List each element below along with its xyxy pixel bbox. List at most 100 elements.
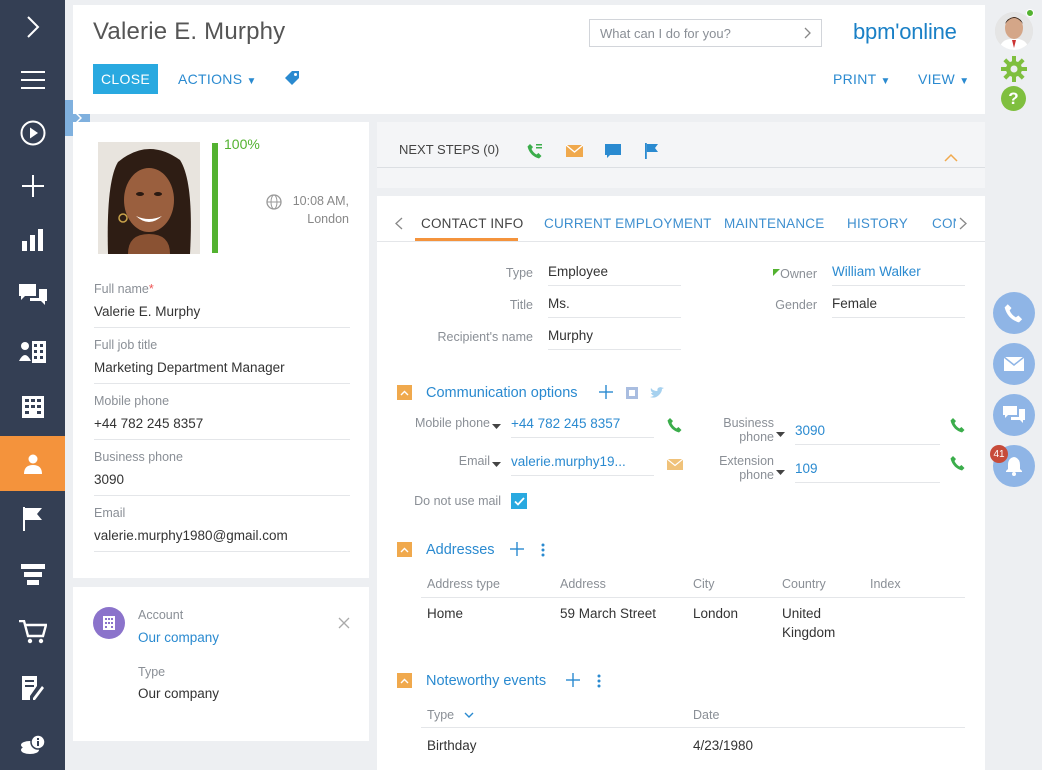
- account-link[interactable]: Our company: [138, 630, 219, 645]
- chevron-up-icon[interactable]: [944, 150, 958, 165]
- online-status-dot: [1026, 9, 1034, 17]
- tag-icon[interactable]: [285, 71, 300, 89]
- full-name-field[interactable]: Full name* Valerie E. Murphy: [94, 282, 350, 328]
- tab-current-employment[interactable]: CURRENT EMPLOYMENT: [544, 216, 712, 231]
- command-line-input[interactable]: What can I do for you?: [589, 19, 822, 47]
- extension-phone-value[interactable]: 109: [795, 461, 940, 483]
- type-label: Type: [138, 665, 166, 679]
- close-icon[interactable]: [338, 617, 350, 632]
- help-icon[interactable]: ?: [1001, 86, 1026, 111]
- call-icon[interactable]: [950, 417, 966, 436]
- view-menu-button[interactable]: VIEW ▼: [918, 71, 969, 87]
- message-icon[interactable]: [605, 144, 621, 162]
- contacts-icon[interactable]: [0, 436, 65, 491]
- more-options-icon[interactable]: [597, 674, 601, 691]
- more-options-icon[interactable]: [541, 543, 545, 560]
- table-row[interactable]: Birthday 4/23/1980: [421, 736, 965, 758]
- business-phone-value[interactable]: 3090: [94, 472, 350, 496]
- gender-value[interactable]: Female: [832, 296, 965, 318]
- dashboard-icon[interactable]: [0, 213, 65, 267]
- addresses-title[interactable]: Addresses: [426, 542, 495, 558]
- add-icon[interactable]: [510, 542, 524, 559]
- email-field[interactable]: Email valerie.murphy1980@gmail.com: [94, 506, 350, 552]
- do-not-use-mail-checkbox[interactable]: [511, 493, 527, 509]
- email-value[interactable]: valerie.murphy19...: [511, 454, 654, 476]
- chevron-right-icon[interactable]: [804, 27, 811, 39]
- communication-options-title[interactable]: Communication options: [426, 385, 578, 401]
- call-icon[interactable]: [527, 143, 543, 162]
- accounts-icon[interactable]: [0, 380, 65, 434]
- noteworthy-events-title[interactable]: Noteworthy events: [426, 673, 546, 689]
- country-cell: United Kingdom: [782, 604, 835, 642]
- column-header[interactable]: Address: [560, 577, 606, 591]
- add-icon[interactable]: [566, 673, 580, 690]
- collapse-section-toggle[interactable]: [397, 542, 412, 557]
- owner-value[interactable]: William Walker: [832, 264, 965, 286]
- collapse-section-toggle[interactable]: [397, 385, 412, 400]
- full-name-value[interactable]: Valerie E. Murphy: [94, 304, 350, 328]
- column-header[interactable]: Index: [870, 577, 901, 591]
- table-row[interactable]: Home 59 March Street London United Kingd…: [421, 604, 965, 646]
- menu-icon[interactable]: [0, 53, 65, 107]
- column-header[interactable]: Country: [782, 577, 826, 591]
- contacts-building-icon[interactable]: [0, 325, 65, 379]
- cart-icon[interactable]: [0, 605, 65, 659]
- print-menu-button[interactable]: PRINT ▼: [833, 71, 891, 87]
- job-title-value[interactable]: Marketing Department Manager: [94, 360, 350, 384]
- mobile-phone-value[interactable]: +44 782 245 8357: [511, 416, 654, 438]
- title-label: Title: [509, 298, 533, 312]
- call-icon[interactable]: [950, 455, 966, 474]
- caret-down-icon[interactable]: [492, 456, 501, 471]
- recipient-name-label: Recipient's name: [437, 330, 534, 344]
- caret-down-icon[interactable]: [776, 464, 785, 479]
- feed-icon[interactable]: [0, 268, 65, 322]
- column-header[interactable]: City: [693, 577, 715, 591]
- add-icon[interactable]: [599, 385, 613, 402]
- next-steps-label[interactable]: NEXT STEPS (0): [399, 142, 499, 157]
- column-header[interactable]: Address type: [427, 577, 500, 591]
- column-header[interactable]: Date: [693, 708, 719, 722]
- actions-menu-button[interactable]: ACTIONS ▼: [178, 71, 257, 87]
- title-value[interactable]: Ms.: [548, 296, 681, 318]
- email-icon[interactable]: [565, 144, 584, 160]
- avatar[interactable]: [995, 12, 1033, 50]
- mobile-phone-value[interactable]: +44 782 245 8357: [94, 416, 350, 440]
- email-icon[interactable]: [993, 343, 1035, 385]
- flag-icon[interactable]: [645, 143, 659, 162]
- phone-icon[interactable]: [993, 292, 1035, 334]
- tab-maintenance[interactable]: MAINTENANCE: [724, 216, 824, 231]
- mobile-phone-field[interactable]: Mobile phone +44 782 245 8357: [94, 394, 350, 440]
- collapse-section-toggle[interactable]: [397, 673, 412, 688]
- facebook-icon[interactable]: [626, 387, 638, 402]
- column-header[interactable]: Type: [427, 708, 474, 722]
- coins-info-icon[interactable]: [0, 717, 65, 770]
- tab-more[interactable]: CON: [932, 216, 956, 231]
- twitter-icon[interactable]: [650, 387, 664, 402]
- tab-history[interactable]: HISTORY: [847, 216, 908, 231]
- close-button[interactable]: CLOSE: [93, 64, 158, 94]
- document-edit-icon[interactable]: [0, 661, 65, 715]
- profile-completeness-value: 100%: [224, 136, 260, 152]
- play-icon[interactable]: [0, 106, 65, 160]
- tab-contact-info[interactable]: CONTACT INFO: [421, 216, 523, 231]
- job-title-field[interactable]: Full job title Marketing Department Mana…: [94, 338, 350, 384]
- business-phone-value[interactable]: 3090: [795, 423, 940, 445]
- caret-down-icon[interactable]: [492, 418, 501, 433]
- add-icon[interactable]: [0, 159, 65, 213]
- chat-icon[interactable]: [993, 394, 1035, 436]
- business-phone-field[interactable]: Business phone 3090: [94, 450, 350, 496]
- gear-icon[interactable]: [1001, 56, 1027, 85]
- owner-label: Owner: [780, 267, 817, 281]
- field-label: Mobile phone: [94, 394, 170, 408]
- contact-photo[interactable]: [98, 142, 200, 254]
- chevron-right-icon[interactable]: [959, 217, 967, 233]
- chevron-left-icon[interactable]: [395, 217, 403, 233]
- account-card: Account Our company Type Our company: [73, 587, 369, 741]
- chevron-right-icon[interactable]: [0, 0, 65, 54]
- recipient-name-value[interactable]: Murphy: [548, 328, 681, 350]
- funnel-icon[interactable]: [0, 548, 65, 602]
- email-value[interactable]: valerie.murphy1980@gmail.com: [94, 528, 350, 552]
- flag-icon[interactable]: [0, 492, 65, 546]
- type-value[interactable]: Employee: [548, 264, 681, 286]
- caret-down-icon[interactable]: [776, 426, 785, 441]
